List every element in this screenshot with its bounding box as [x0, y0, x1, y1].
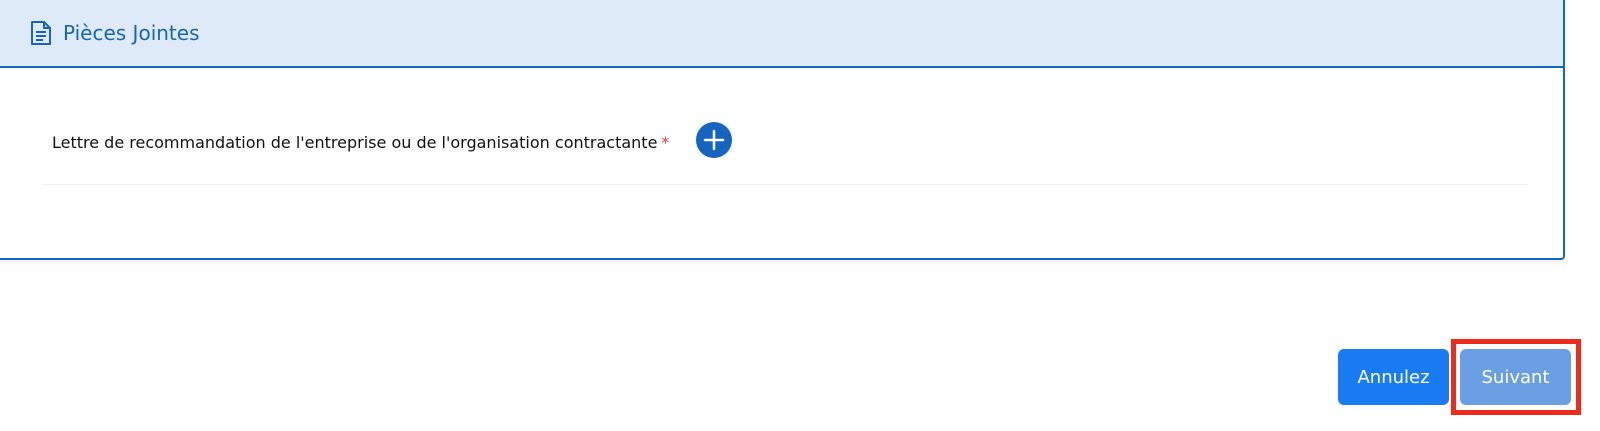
- next-button[interactable]: Suivant: [1460, 349, 1571, 405]
- add-attachment-button[interactable]: [696, 122, 732, 158]
- plus-icon: [703, 129, 725, 151]
- card-header: Pièces Jointes: [0, 0, 1563, 68]
- required-mark: *: [661, 133, 670, 152]
- section-title: Pièces Jointes: [63, 21, 200, 45]
- field-label: Lettre de recommandation de l'entreprise…: [52, 132, 669, 154]
- attachment-field-row: Lettre de recommandation de l'entreprise…: [42, 122, 1528, 185]
- attachments-card: Pièces Jointes Lettre de recommandation …: [0, 0, 1565, 260]
- document-icon: [30, 20, 52, 46]
- cancel-button[interactable]: Annulez: [1338, 349, 1449, 405]
- field-label-text: Lettre de recommandation de l'entreprise…: [52, 133, 658, 152]
